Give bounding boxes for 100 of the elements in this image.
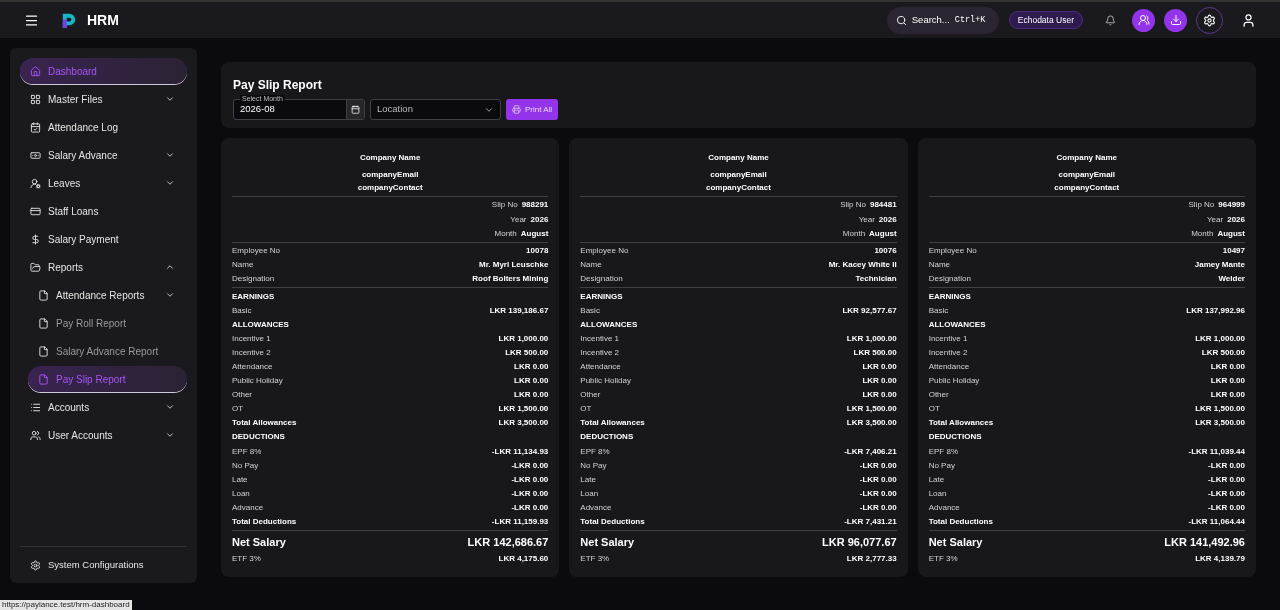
calendar-icon	[30, 121, 41, 133]
location-select[interactable]: Location	[370, 99, 501, 120]
row-label: OT	[232, 405, 244, 414]
row-label: EARNINGS	[928, 292, 971, 301]
meta-label: Slip No	[840, 201, 866, 210]
row-label: Other	[232, 391, 252, 400]
meta-value: August	[869, 229, 897, 238]
row-value: LKR 1,000.00	[498, 334, 549, 343]
meta-label: Month	[842, 229, 866, 238]
sidebar-item[interactable]: Pay Slip Report	[28, 366, 187, 392]
search-field[interactable]: Search... Ctrl+K	[886, 6, 999, 34]
user-icon	[30, 177, 41, 189]
meta-label: Month	[1191, 229, 1214, 238]
row-label: Employee No	[232, 247, 281, 256]
row-label: Basic	[928, 306, 949, 315]
row-label: No Pay	[928, 461, 955, 470]
sidebar-item[interactable]: Salary Payment	[20, 226, 187, 252]
row-value: LKR 500.00	[1201, 348, 1245, 357]
row-label: DEDUCTIONS	[928, 433, 982, 442]
company-info: companyEmail	[710, 171, 767, 179]
row-value: LKR 1,500.00	[1195, 405, 1245, 414]
print-all-button[interactable]: Print All	[506, 99, 559, 120]
printer-icon	[512, 105, 521, 114]
sidebar-item[interactable]: Salary Advance Report	[28, 338, 187, 364]
row-label: Loan	[232, 489, 250, 498]
row-value: LKR 500.00	[505, 348, 549, 357]
chevron-icon	[165, 262, 175, 272]
row-value: -LKR 0.00	[859, 475, 897, 484]
row-value: -LKR 0.00	[1208, 475, 1245, 484]
company-info: Company Name	[1056, 154, 1118, 162]
sidebar-item[interactable]: Salary Advance	[20, 142, 187, 168]
settings-icon	[1203, 13, 1216, 27]
team-button[interactable]	[1132, 8, 1155, 32]
sidebar-item[interactable]: User Accounts	[20, 422, 187, 448]
page-title: Pay Slip Report	[233, 77, 323, 94]
sidebar-item[interactable]: Pay Roll Report	[28, 310, 187, 336]
sidebar-item[interactable]: Staff Loans	[20, 198, 187, 224]
row-value: Mr. Myrl Leuschke	[478, 261, 549, 270]
net-salary-label: Net Salary	[232, 536, 286, 548]
row-value: LKR 0.00	[1210, 377, 1245, 386]
row-value: Mr. Kacey White II	[828, 261, 897, 270]
row-label: Total Deductions	[928, 518, 993, 526]
sidebar-item[interactable]: Master Files	[20, 86, 187, 112]
row-label: Late	[580, 475, 596, 484]
sidebar-item[interactable]: Attendance Reports	[28, 282, 187, 308]
search-icon	[895, 14, 907, 26]
row-label: No Pay	[232, 461, 259, 470]
row-value: LKR 92,577.67	[842, 306, 897, 315]
chevron-icon	[165, 150, 175, 160]
sidebar-item[interactable]: Reports	[20, 254, 187, 280]
row-value: LKR 4,175.60	[498, 555, 549, 564]
row-value: -LKR 11,159.93	[491, 518, 549, 526]
meta-label: Slip No	[491, 201, 518, 210]
download-button[interactable]	[1164, 8, 1187, 32]
meta-value: 984481	[869, 201, 897, 210]
row-label: Loan	[580, 489, 599, 498]
row-label: DEDUCTIONS	[232, 433, 285, 442]
row-label: ALLOWANCES	[580, 320, 638, 329]
calendar-button[interactable]	[346, 100, 364, 119]
meta-label: Year	[858, 215, 875, 224]
notification-icon[interactable]	[1105, 14, 1116, 26]
row-value: -LKR 11,134.93	[491, 447, 549, 456]
row-value: -LKR 7,431.21	[844, 518, 897, 526]
net-salary-label: Net Salary	[580, 536, 635, 548]
sidebar-item[interactable]: Accounts	[20, 394, 187, 420]
row-value: -LKR 0.00	[511, 461, 549, 470]
card-icon	[30, 205, 41, 217]
row-value: LKR 3,500.00	[498, 419, 549, 428]
row-value: LKR 2,777.33	[846, 555, 897, 564]
row-label: Other	[580, 391, 601, 400]
menu-icon[interactable]	[24, 12, 39, 28]
row-label: Incentive 1	[928, 334, 968, 343]
row-label: Advance	[580, 503, 612, 512]
row-label: DEDUCTIONS	[580, 433, 634, 442]
row-label: Incentive 2	[232, 348, 271, 357]
meta-value: 2026	[878, 215, 897, 224]
row-label: Incentive 2	[928, 348, 968, 357]
user-icon[interactable]	[1241, 12, 1256, 28]
row-value: LKR 4,139.79	[1195, 555, 1245, 564]
row-label: Advance	[928, 503, 960, 512]
company-info: companyContact	[1054, 184, 1120, 192]
sidebar-item[interactable]: System Configurations	[20, 555, 187, 575]
row-label: Incentive 1	[232, 334, 271, 343]
row-label: Name	[580, 261, 602, 270]
net-salary-label: Net Salary	[928, 536, 983, 548]
meta-value: 2026	[530, 215, 549, 224]
meta-value: 2026	[1227, 215, 1245, 224]
meta-value: August	[520, 229, 549, 238]
row-label: EPF 8%	[580, 447, 610, 456]
row-value: LKR 1,000.00	[846, 334, 897, 343]
sidebar-item[interactable]: Leaves	[20, 170, 187, 196]
row-label: EPF 8%	[232, 447, 262, 456]
row-label: Designation	[928, 275, 971, 284]
users-icon	[1137, 14, 1150, 26]
row-label: Name	[928, 261, 950, 270]
row-value: LKR 0.00	[862, 391, 897, 400]
sidebar-item[interactable]: Dashboard	[20, 58, 187, 84]
meta-value: 988291	[521, 201, 549, 210]
row-value: LKR 0.00	[514, 362, 549, 371]
sidebar-item[interactable]: Attendance Log	[20, 114, 187, 140]
